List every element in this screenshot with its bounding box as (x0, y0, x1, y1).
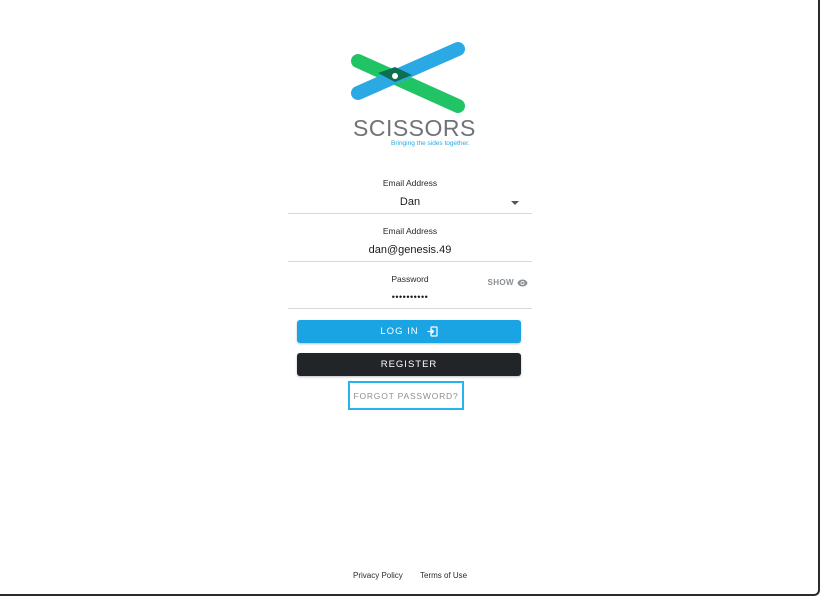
logo-wordmark: SCISSORS (353, 115, 476, 141)
user-select-label: Email Address (382, 178, 438, 188)
login-page: SCISSORS Bringing the sides together. Em… (0, 0, 820, 596)
chevron-down-icon[interactable] (511, 201, 519, 205)
email-field[interactable]: Email Address dan@genesis.49 (288, 219, 532, 262)
email-field-value: dan@genesis.49 (368, 244, 452, 256)
email-field-label: Email Address (382, 226, 438, 236)
login-button[interactable]: LOG IN (297, 320, 521, 343)
user-select-value: Dan (399, 196, 421, 208)
password-field-value: •••••••••• (391, 292, 429, 302)
show-password-toggle[interactable]: SHOW (488, 278, 529, 287)
logo-tagline: Bringing the sides together. (391, 140, 470, 147)
forgot-password-button[interactable]: FORGOT PASSWORD? (348, 381, 464, 410)
logo-pivot (392, 73, 398, 79)
register-button-label: REGISTER (380, 359, 438, 370)
privacy-policy-link[interactable]: Privacy Policy (353, 571, 403, 580)
register-button[interactable]: REGISTER (297, 353, 521, 376)
login-icon (427, 326, 438, 337)
user-select-field[interactable]: Email Address Dan (288, 172, 532, 214)
forgot-password-label: FORGOT PASSWORD? (353, 390, 459, 401)
eye-icon (517, 279, 528, 286)
show-password-label: SHOW (487, 278, 514, 287)
password-field[interactable]: Password •••••••••• SHOW (288, 266, 532, 309)
login-button-label: LOG IN (380, 326, 419, 337)
terms-of-use-link[interactable]: Terms of Use (420, 571, 467, 580)
